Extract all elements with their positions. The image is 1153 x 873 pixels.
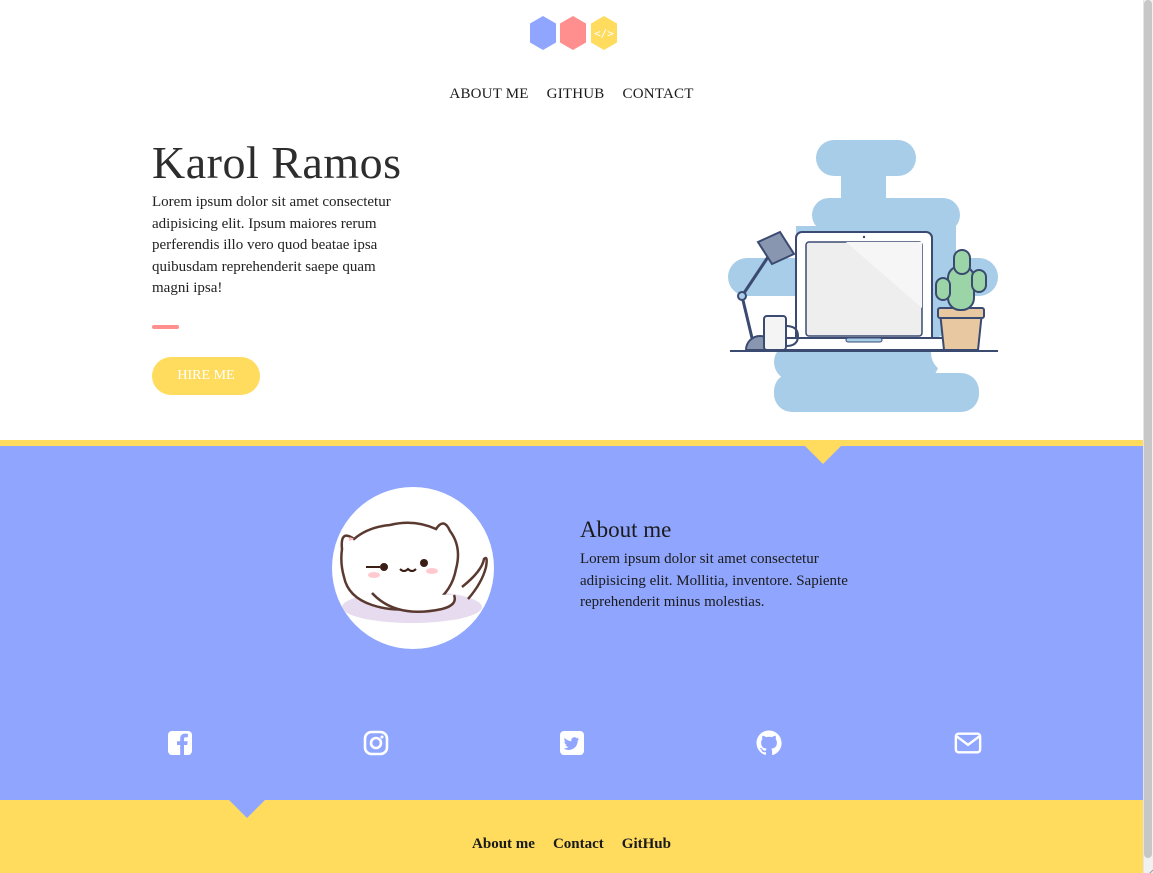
footer-pointer: [229, 800, 265, 818]
about-description: Lorem ipsum dolor sit amet consectetur a…: [580, 551, 848, 611]
facebook-icon[interactable]: [166, 729, 194, 757]
site-logo[interactable]: </>: [528, 15, 622, 51]
hero-title: Karol Ramos: [152, 137, 402, 188]
hire-me-button[interactable]: HIRE ME: [152, 357, 260, 395]
resize-grip-icon[interactable]: [1143, 863, 1153, 873]
workspace-laptop-illustration: [726, 138, 1002, 414]
nav-about-me[interactable]: ABOUT ME: [449, 86, 528, 103]
scrollbar-thumb[interactable]: [1144, 0, 1152, 858]
divider-pointer: [805, 446, 841, 464]
instagram-icon[interactable]: [362, 729, 390, 757]
about-title: About me: [580, 517, 672, 542]
nav-github[interactable]: GITHUB: [547, 86, 605, 103]
cat-avatar-illustration: [332, 487, 494, 649]
hexagon-logo-icon: </>: [530, 16, 617, 50]
code-glyph: </>: [594, 27, 614, 40]
footer-nav: About me Contact GitHub: [0, 836, 1143, 853]
vertical-scrollbar[interactable]: [1143, 0, 1153, 873]
twitter-icon[interactable]: [558, 729, 586, 757]
footer-link-github[interactable]: GitHub: [622, 836, 671, 853]
footer-link-about-me[interactable]: About me: [472, 836, 535, 853]
main-nav: ABOUT ME GITHUB CONTACT: [0, 86, 1143, 103]
footer-link-contact[interactable]: Contact: [553, 836, 604, 853]
envelope-icon[interactable]: [954, 729, 982, 757]
nav-contact[interactable]: CONTACT: [623, 86, 694, 103]
hero-divider: [152, 325, 179, 329]
github-icon[interactable]: [755, 729, 783, 757]
hero-description: Lorem ipsum dolor sit amet consectetur a…: [152, 194, 391, 297]
